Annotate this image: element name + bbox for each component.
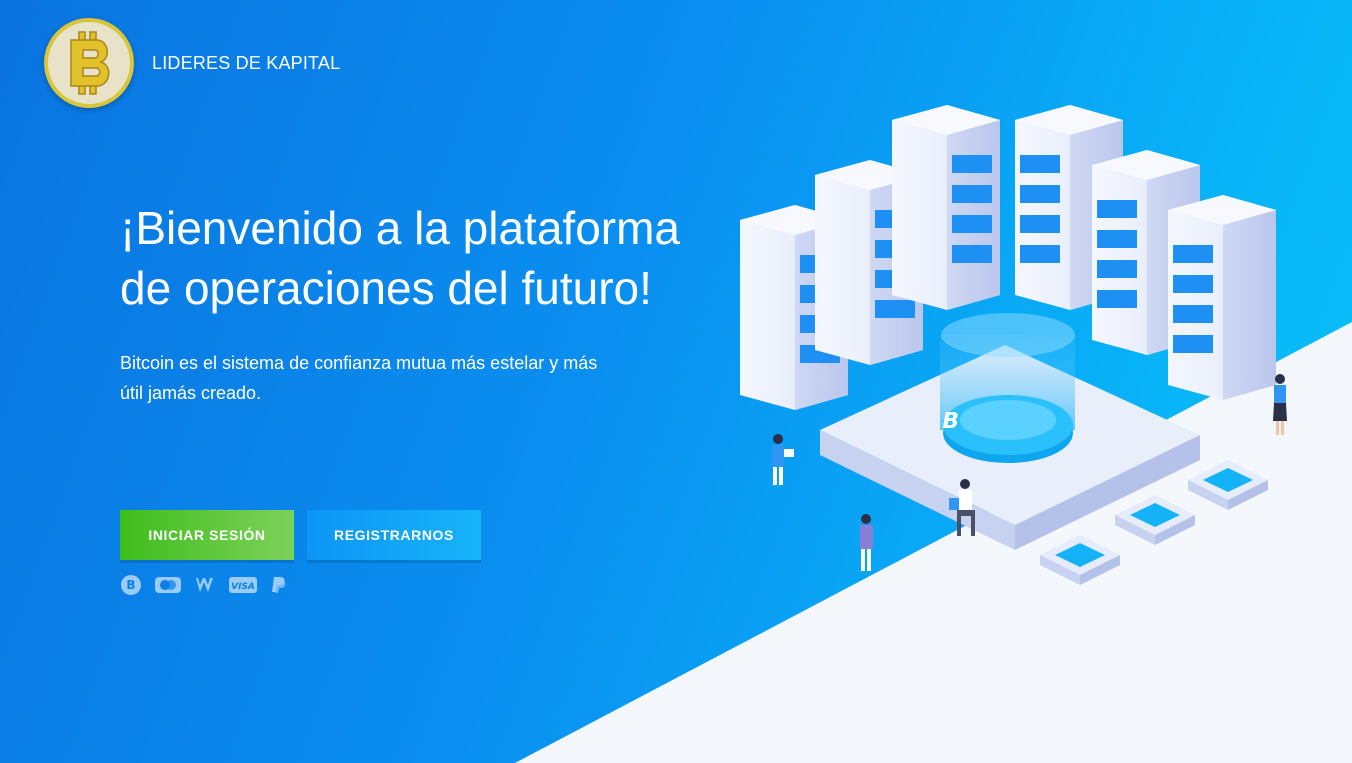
cta-buttons: INICIAR SESIÓN REGISTRARNOS — [120, 510, 481, 560]
bitcoin-icon: B — [120, 574, 142, 596]
paypal-icon — [270, 575, 288, 595]
brand-name[interactable]: LIDERES DE KAPITAL — [152, 53, 340, 74]
bitcoin-coin-icon[interactable] — [44, 18, 134, 108]
hero-section: ¡Bienvenido a la plataforma de operacion… — [120, 198, 680, 408]
svg-text:B: B — [126, 578, 135, 592]
register-button[interactable]: REGISTRARNOS — [307, 510, 481, 560]
webmoney-icon — [194, 575, 216, 595]
server-illustration: B — [740, 105, 1287, 585]
hero-title: ¡Bienvenido a la plataforma de operacion… — [120, 202, 680, 314]
card-icon — [154, 575, 182, 595]
login-button[interactable]: INICIAR SESIÓN — [120, 510, 294, 560]
bitcoin-beam: B — [940, 313, 1075, 463]
hero-subtitle: Bitcoin es el sistema de confianza mutua… — [120, 353, 598, 403]
payment-methods: B VISA — [120, 574, 288, 596]
visa-icon: VISA — [228, 575, 258, 595]
header: LIDERES DE KAPITAL — [44, 18, 340, 108]
visa-label: VISA — [231, 582, 255, 592]
